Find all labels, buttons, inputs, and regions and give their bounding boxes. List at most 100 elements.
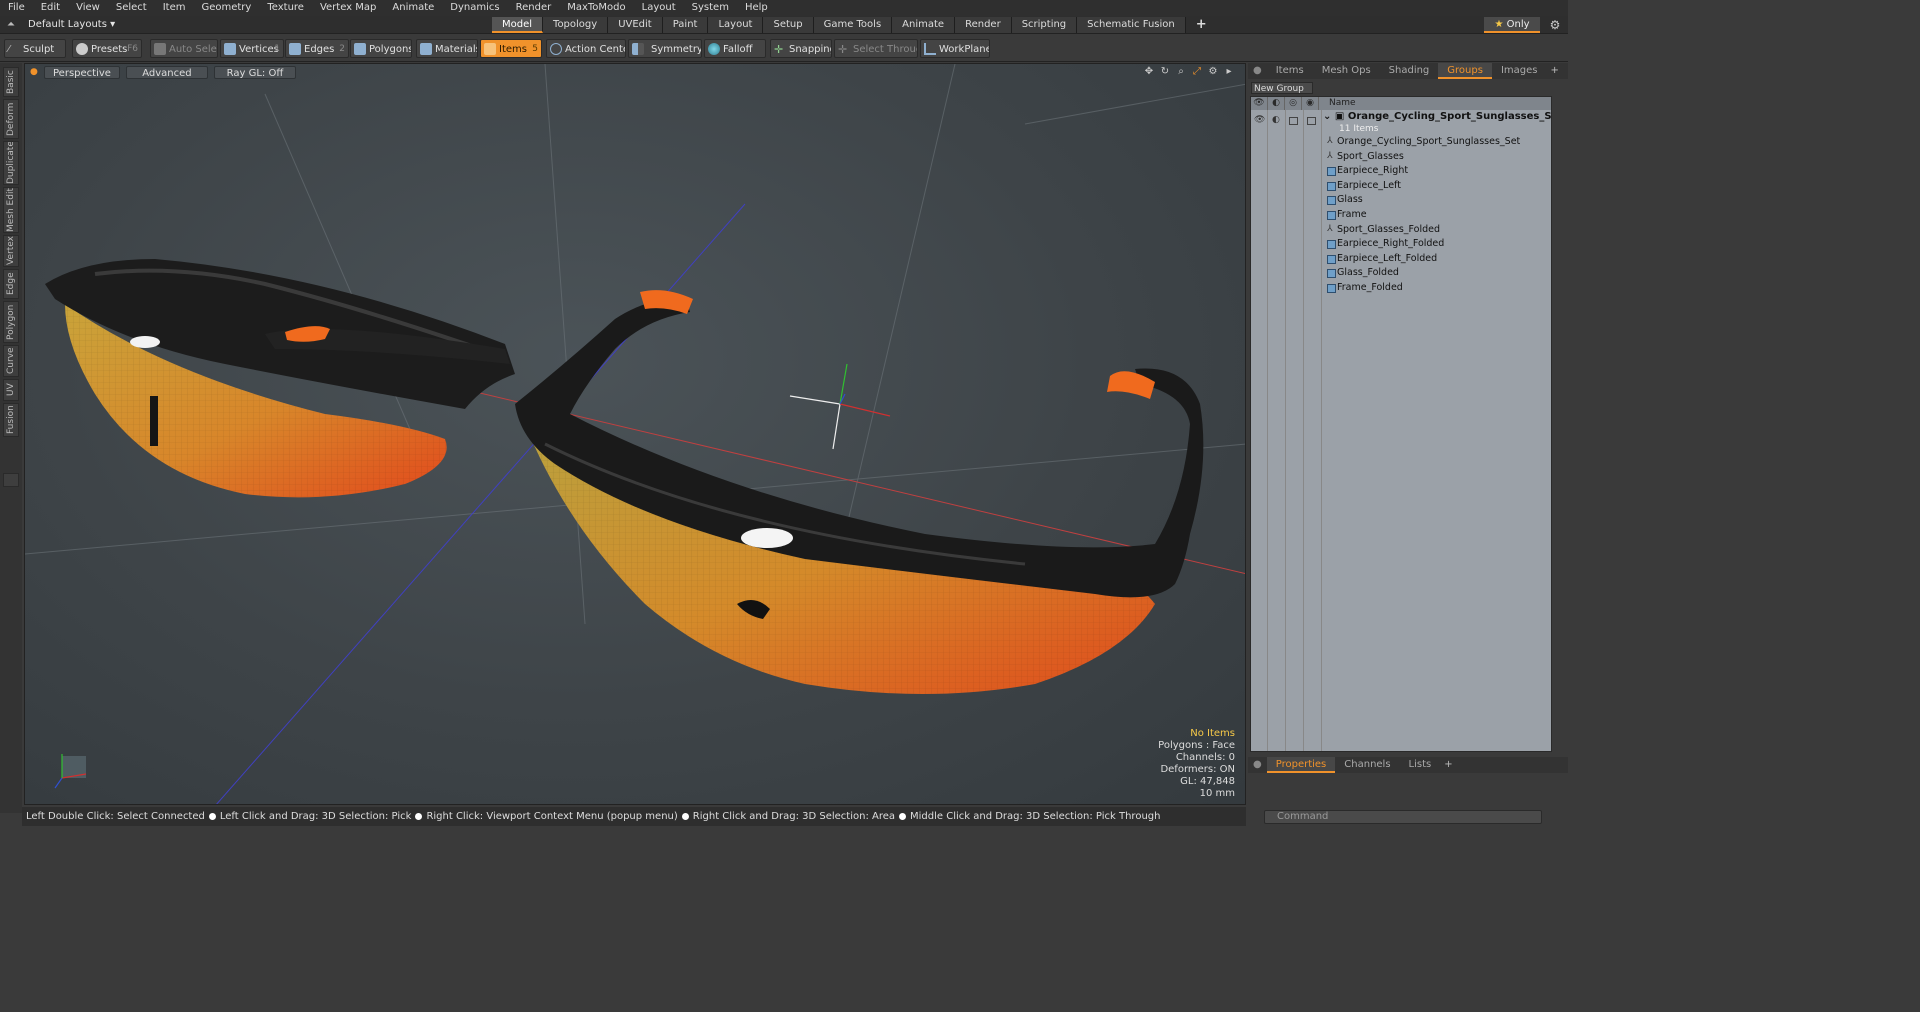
render-col-icon[interactable]: ◐	[1268, 97, 1285, 110]
group-tree-item[interactable]: Earpiece_Right_Folded	[1323, 237, 1551, 252]
menu-vertex-map[interactable]: Vertex Map	[312, 0, 384, 16]
add-panel-tab-icon[interactable]: +	[1546, 63, 1562, 79]
left-tab-basic[interactable]: Basic	[3, 67, 19, 97]
vertices-button[interactable]: Vertices 1	[220, 39, 284, 58]
menu-help[interactable]: Help	[737, 0, 776, 16]
tab-layout[interactable]: Layout	[708, 17, 764, 33]
left-tab-fusion[interactable]: Fusion	[3, 403, 19, 437]
left-tab-edge[interactable]: Edge	[3, 269, 19, 299]
auto-select-button[interactable]: Auto Select	[150, 39, 218, 58]
layout-collapse-icon[interactable]: ⏶	[5, 19, 17, 31]
folded-sunglasses-model[interactable]	[45, 259, 515, 498]
group-tree-item[interactable]: ⅄ Orange_Cycling_Sport_Sunglasses_Set	[1323, 135, 1551, 150]
viewport-settings-icon[interactable]: ⚙	[1207, 65, 1219, 78]
perspective-button[interactable]: Perspective	[44, 65, 120, 79]
menu-dynamics[interactable]: Dynamics	[442, 0, 507, 16]
tab-lists[interactable]: Lists	[1400, 757, 1441, 773]
tab-channels[interactable]: Channels	[1335, 757, 1399, 773]
workplane-button[interactable]: WorkPlane	[920, 39, 990, 58]
tab-model[interactable]: Model	[492, 17, 544, 33]
tab-groups[interactable]: Groups	[1438, 63, 1492, 79]
action-center-button[interactable]: Action Center	[546, 39, 626, 58]
panel-menu-dot-icon[interactable]: ●	[1248, 63, 1267, 79]
zoom-view-icon[interactable]: ⌕	[1175, 65, 1187, 78]
group-tree-item[interactable]: Earpiece_Right	[1323, 164, 1551, 179]
select-col-icon[interactable]: ◉	[1302, 97, 1319, 110]
3d-viewport[interactable]: ● Perspective Advanced Ray GL: Off ✥ ↻ ⌕…	[24, 63, 1246, 805]
snapping-button[interactable]: ✛ Snapping	[770, 39, 832, 58]
bottom-menu-dot-icon[interactable]: ●	[1248, 757, 1267, 773]
tab-paint[interactable]: Paint	[662, 17, 709, 33]
layout-dropdown[interactable]: Default Layouts ▾	[28, 18, 115, 32]
falloff-button[interactable]: Falloff	[704, 39, 766, 58]
left-tab-mesh-edit[interactable]: Mesh Edit	[3, 187, 19, 233]
tab-schematic-fusion[interactable]: Schematic Fusion	[1077, 17, 1186, 33]
menu-system[interactable]: System	[684, 0, 737, 16]
sport-sunglasses-model[interactable]	[515, 290, 1204, 694]
tab-shading[interactable]: Shading	[1380, 63, 1439, 79]
rotate-view-icon[interactable]: ↻	[1159, 65, 1171, 78]
row-lock-checkbox[interactable]	[1289, 117, 1298, 125]
materials-button[interactable]: Materials	[416, 39, 478, 58]
group-tree-item[interactable]: ⅄ Sport_Glasses	[1323, 150, 1551, 165]
sculpt-button[interactable]: ⁄ Sculpt	[4, 39, 66, 58]
left-tab-polygon[interactable]: Polygon	[3, 301, 19, 343]
viewport-expand-icon[interactable]: ▸	[1223, 65, 1235, 78]
menu-file[interactable]: File	[0, 0, 33, 16]
only-button[interactable]: ★ Only	[1484, 17, 1540, 33]
tab-images[interactable]: Images	[1492, 63, 1547, 79]
menu-animate[interactable]: Animate	[384, 0, 442, 16]
add-tab-icon[interactable]: +	[1186, 17, 1217, 33]
viewport-menu-dot-icon[interactable]: ●	[30, 67, 38, 77]
visibility-col-icon[interactable]: 👁	[1251, 97, 1268, 110]
left-tab-toggle[interactable]	[3, 473, 19, 487]
left-tab-uv[interactable]: UV	[3, 379, 19, 401]
menu-render[interactable]: Render	[508, 0, 560, 16]
viewport-scene[interactable]	[25, 64, 1246, 805]
tab-items[interactable]: Items	[1267, 63, 1313, 79]
tab-animate[interactable]: Animate	[892, 17, 956, 33]
menu-item[interactable]: Item	[155, 0, 194, 16]
groups-list[interactable]: 👁 ◐ ◎ ◉ Name 👁 ◐ ⌄ ▣ Orange_Cycling_Spor…	[1250, 96, 1552, 752]
left-tab-vertex[interactable]: Vertex	[3, 235, 19, 267]
group-tree-item[interactable]: Earpiece_Left	[1323, 179, 1551, 194]
menu-layout[interactable]: Layout	[634, 0, 684, 16]
menu-texture[interactable]: Texture	[259, 0, 312, 16]
group-tree-item[interactable]: Frame	[1323, 208, 1551, 223]
edges-button[interactable]: Edges 2	[285, 39, 349, 58]
ray-gl-button[interactable]: Ray GL: Off	[213, 65, 296, 79]
lock-col-icon[interactable]: ◎	[1285, 97, 1302, 110]
items-button[interactable]: Items 5	[480, 39, 542, 58]
add-bottom-tab-icon[interactable]: +	[1440, 757, 1456, 773]
maximize-view-icon[interactable]: ⤢	[1191, 65, 1203, 78]
polygons-button[interactable]: Polygons	[350, 39, 412, 58]
row-eye-icon[interactable]: 👁	[1254, 115, 1265, 125]
symmetry-button[interactable]: Symmetry	[628, 39, 702, 58]
command-input[interactable]: Command	[1264, 810, 1542, 824]
menu-select[interactable]: Select	[108, 0, 155, 16]
tab-properties[interactable]: Properties	[1266, 757, 1336, 773]
left-tab-curve[interactable]: Curve	[3, 345, 19, 377]
menu-maxtomodo[interactable]: MaxToModo	[559, 0, 633, 16]
left-tab-deform[interactable]: Deform	[3, 99, 19, 139]
group-tree-item[interactable]: ⅄ Sport_Glasses_Folded	[1323, 223, 1551, 238]
group-tree-item[interactable]: Frame_Folded	[1323, 281, 1551, 296]
row-render-icon[interactable]: ◐	[1272, 115, 1280, 125]
new-group-button[interactable]: New Group	[1251, 82, 1313, 94]
name-column-header[interactable]: Name	[1319, 97, 1356, 110]
group-tree-item[interactable]: Glass	[1323, 193, 1551, 208]
tab-setup[interactable]: Setup	[763, 17, 814, 33]
menu-geometry[interactable]: Geometry	[193, 0, 259, 16]
row-select-checkbox[interactable]	[1307, 117, 1316, 125]
tab-render[interactable]: Render	[955, 17, 1012, 33]
tab-uvedit[interactable]: UVEdit	[608, 17, 663, 33]
left-tab-duplicate[interactable]: Duplicate	[3, 141, 19, 185]
tab-topology[interactable]: Topology	[543, 17, 609, 33]
menu-edit[interactable]: Edit	[33, 0, 68, 16]
group-root[interactable]: ⌄ ▣ Orange_Cycling_Sport_Sunglasses_Set	[1323, 111, 1551, 123]
group-tree-item[interactable]: Glass_Folded	[1323, 266, 1551, 281]
gear-icon[interactable]: ⚙	[1548, 17, 1562, 33]
menu-view[interactable]: View	[68, 0, 108, 16]
select-through-button[interactable]: ✛Select Through	[834, 39, 918, 58]
tab-mesh-ops[interactable]: Mesh Ops	[1313, 63, 1380, 79]
